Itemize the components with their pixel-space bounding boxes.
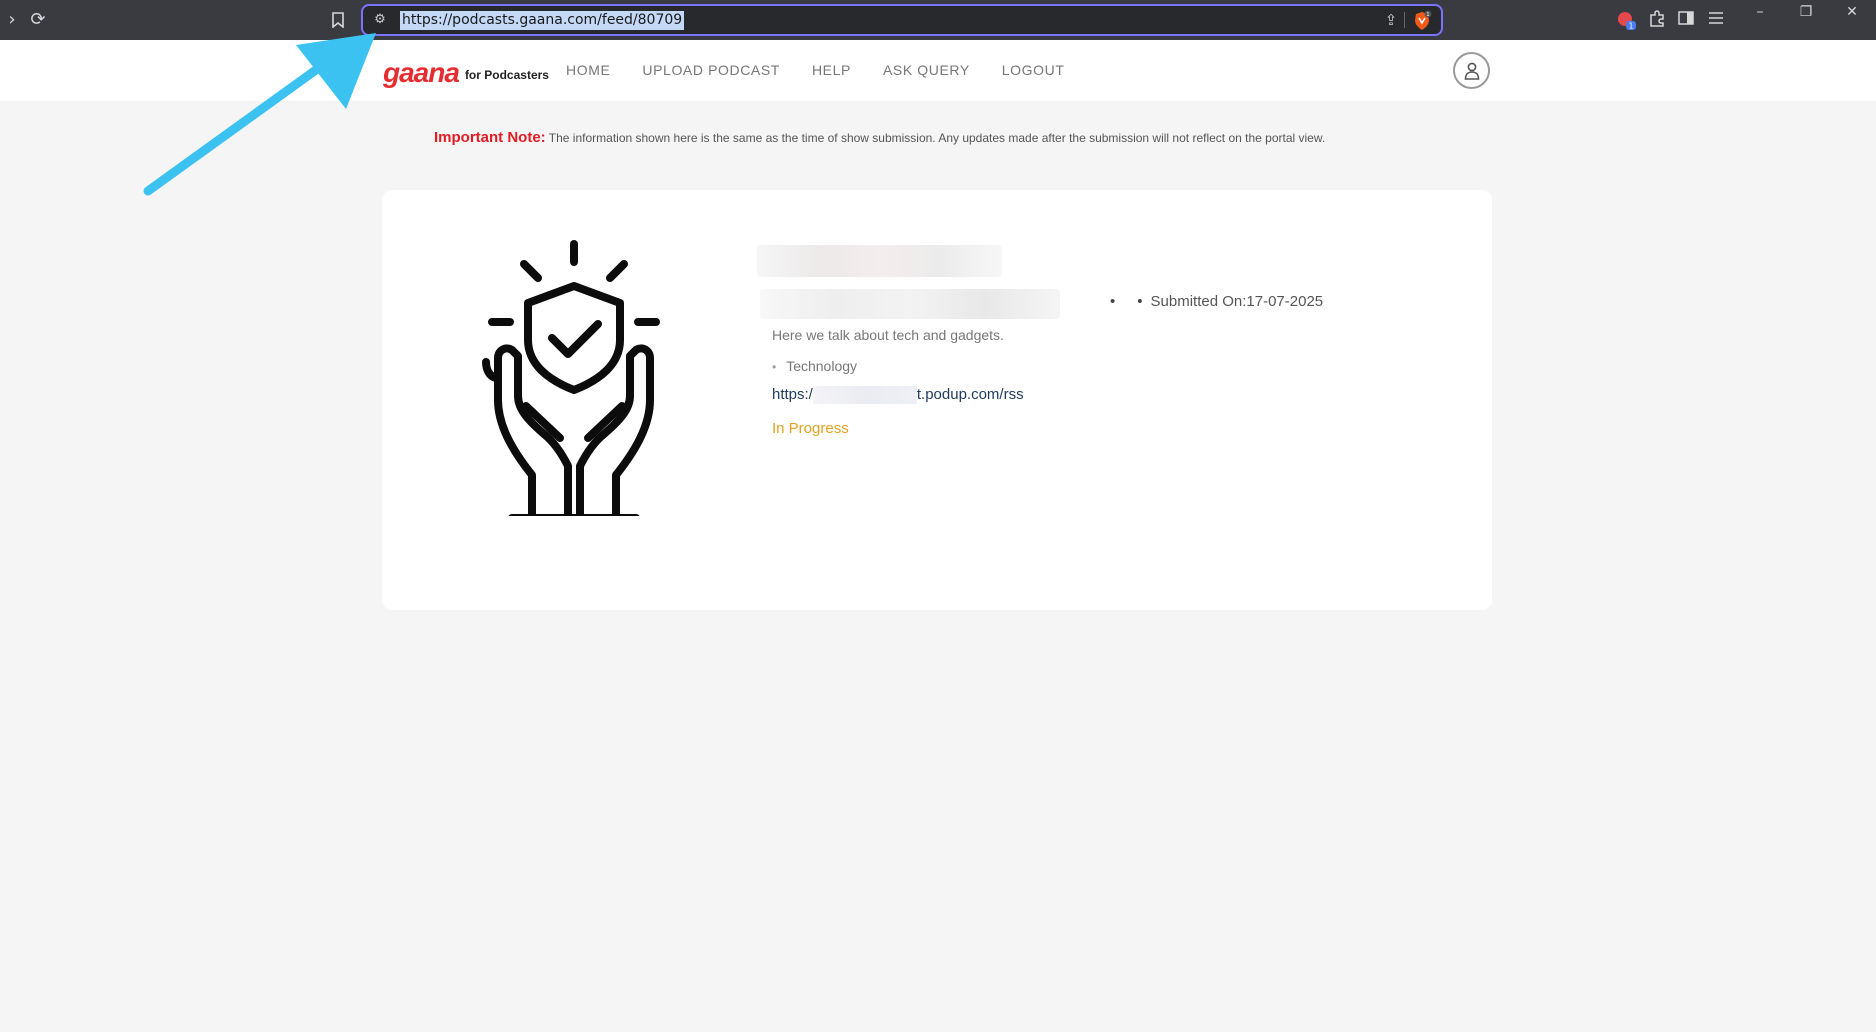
bullet-icon: • [1110, 293, 1116, 310]
share-icon[interactable]: ⇪ [1381, 10, 1401, 30]
address-bar[interactable]: ⚙ https://podcasts.gaana.com/feed/80709 … [361, 4, 1443, 36]
podcast-category: Technology [772, 357, 857, 376]
important-note: Important Note: The information shown he… [434, 128, 1325, 148]
avatar[interactable] [1453, 52, 1490, 89]
address-divider [1404, 12, 1405, 28]
brave-shields-icon[interactable]: 1 [1411, 10, 1433, 32]
shield-hands-icon [482, 240, 660, 516]
reload-icon[interactable]: ⟳ [26, 8, 50, 32]
status-badge: In Progress [772, 420, 849, 437]
extensions-puzzle-icon[interactable] [1646, 9, 1668, 31]
submitted-on: Submitted On:17-07-2025 [1150, 293, 1324, 310]
rss-prefix: https:/ [772, 386, 813, 403]
logo-tagline: for Podcasters [464, 68, 549, 82]
nav-logout[interactable]: LOGOUT [1002, 60, 1065, 80]
nav-ask-query[interactable]: ASK QUERY [883, 60, 970, 80]
nav-home[interactable]: HOME [566, 60, 610, 80]
important-note-text: The information shown here is the same a… [548, 131, 1326, 145]
submission-info: • • Submitted On:17-07-2025 [1110, 292, 1323, 312]
podcast-title-redacted [757, 245, 1002, 277]
podcast-subtitle-redacted [760, 289, 1060, 319]
close-icon[interactable]: ✕ [1837, 2, 1867, 22]
nav-help[interactable]: HELP [812, 60, 851, 80]
podcast-card: Here we talk about tech and gadgets. Tec… [382, 190, 1492, 610]
extension-icon[interactable]: 1 [1615, 9, 1637, 31]
gaana-logo[interactable]: gaana for Podcasters [383, 52, 549, 88]
restore-icon[interactable]: ❐ [1791, 2, 1821, 22]
menu-icon[interactable] [1705, 9, 1727, 31]
rss-suffix: t.podup.com/rss [916, 386, 1024, 403]
important-note-label: Important Note: [434, 129, 546, 146]
rss-redacted [812, 386, 917, 405]
forward-icon[interactable]: › [0, 8, 24, 32]
user-icon [1464, 62, 1479, 80]
podcast-description: Here we talk about tech and gadgets. [772, 327, 1004, 343]
rss-feed-link[interactable]: https:/ t.podup.com/rss [772, 386, 1024, 405]
extension-badge: 1 [1629, 22, 1634, 31]
address-url[interactable]: https://podcasts.gaana.com/feed/80709 [400, 11, 685, 30]
brave-badge: 1 [1426, 12, 1429, 18]
bullet-icon: • [1137, 293, 1143, 310]
main-nav: HOME UPLOAD PODCAST HELP ASK QUERY LOGOU… [566, 60, 1065, 80]
nav-upload-podcast[interactable]: UPLOAD PODCAST [642, 60, 780, 80]
minimize-icon[interactable]: – [1745, 2, 1775, 22]
annotation-arrow-icon [143, 33, 376, 196]
sidebar-toggle-icon[interactable] [1675, 9, 1697, 31]
